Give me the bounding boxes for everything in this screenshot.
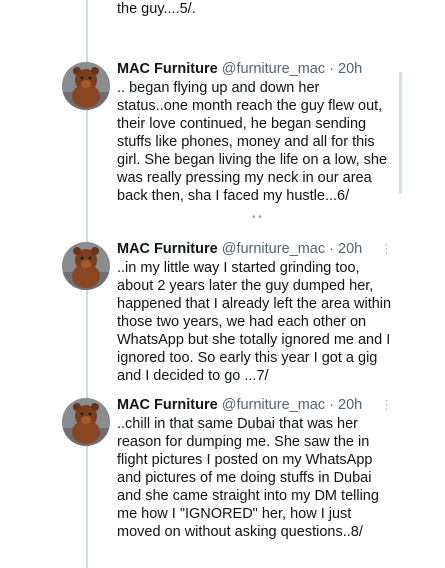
author-handle[interactable]: @furniture_mac <box>222 241 325 257</box>
author-name[interactable]: MAC Furniture <box>117 397 218 413</box>
more-options-icon[interactable]: ⋮ <box>380 240 393 258</box>
author-handle[interactable]: @furniture_mac <box>222 397 325 413</box>
teddy-bear-avatar-icon <box>62 62 110 110</box>
tweet-header: MAC Furniture @furniture_mac · 20h <box>117 396 362 414</box>
tweet-text: ..chill in that same Dubai that was her … <box>117 416 379 540</box>
teddy-bear-avatar-icon <box>62 398 110 446</box>
tweet-8[interactable]: MAC Furniture @furniture_mac · 20h ⋮ ..c… <box>0 396 445 556</box>
author-name[interactable]: MAC Furniture <box>117 241 218 257</box>
timestamp[interactable]: 20h <box>338 61 362 77</box>
separator: · <box>329 241 334 257</box>
avatar[interactable] <box>62 398 110 446</box>
previous-tweet-text: the guy....5/. <box>117 1 196 17</box>
scrollbar[interactable] <box>399 72 402 194</box>
timestamp[interactable]: 20h <box>338 241 362 257</box>
avatar[interactable] <box>62 62 110 110</box>
avatar[interactable] <box>62 242 110 290</box>
more-options-icon[interactable]: ⋮ <box>380 396 393 414</box>
teddy-bear-avatar-icon <box>62 242 110 290</box>
tweet-7[interactable]: MAC Furniture @furniture_mac · 20h ⋮ ..i… <box>0 240 445 390</box>
tweet-header: MAC Furniture @furniture_mac · 20h <box>117 240 362 258</box>
tweet-text: ..in my little way I started grinding to… <box>117 260 392 384</box>
tweet-6[interactable]: MAC Furniture @furniture_mac · 20h .. be… <box>0 60 445 230</box>
timestamp[interactable]: 20h <box>338 397 362 413</box>
author-handle[interactable]: @furniture_mac <box>222 61 325 77</box>
divider-icon: • • <box>252 212 262 223</box>
separator: · <box>329 397 334 413</box>
tweet-header: MAC Furniture @furniture_mac · 20h <box>117 60 362 78</box>
author-name[interactable]: MAC Furniture <box>117 61 218 77</box>
separator: · <box>329 61 334 77</box>
tweet-text: .. began flying up and down her status..… <box>117 80 388 204</box>
